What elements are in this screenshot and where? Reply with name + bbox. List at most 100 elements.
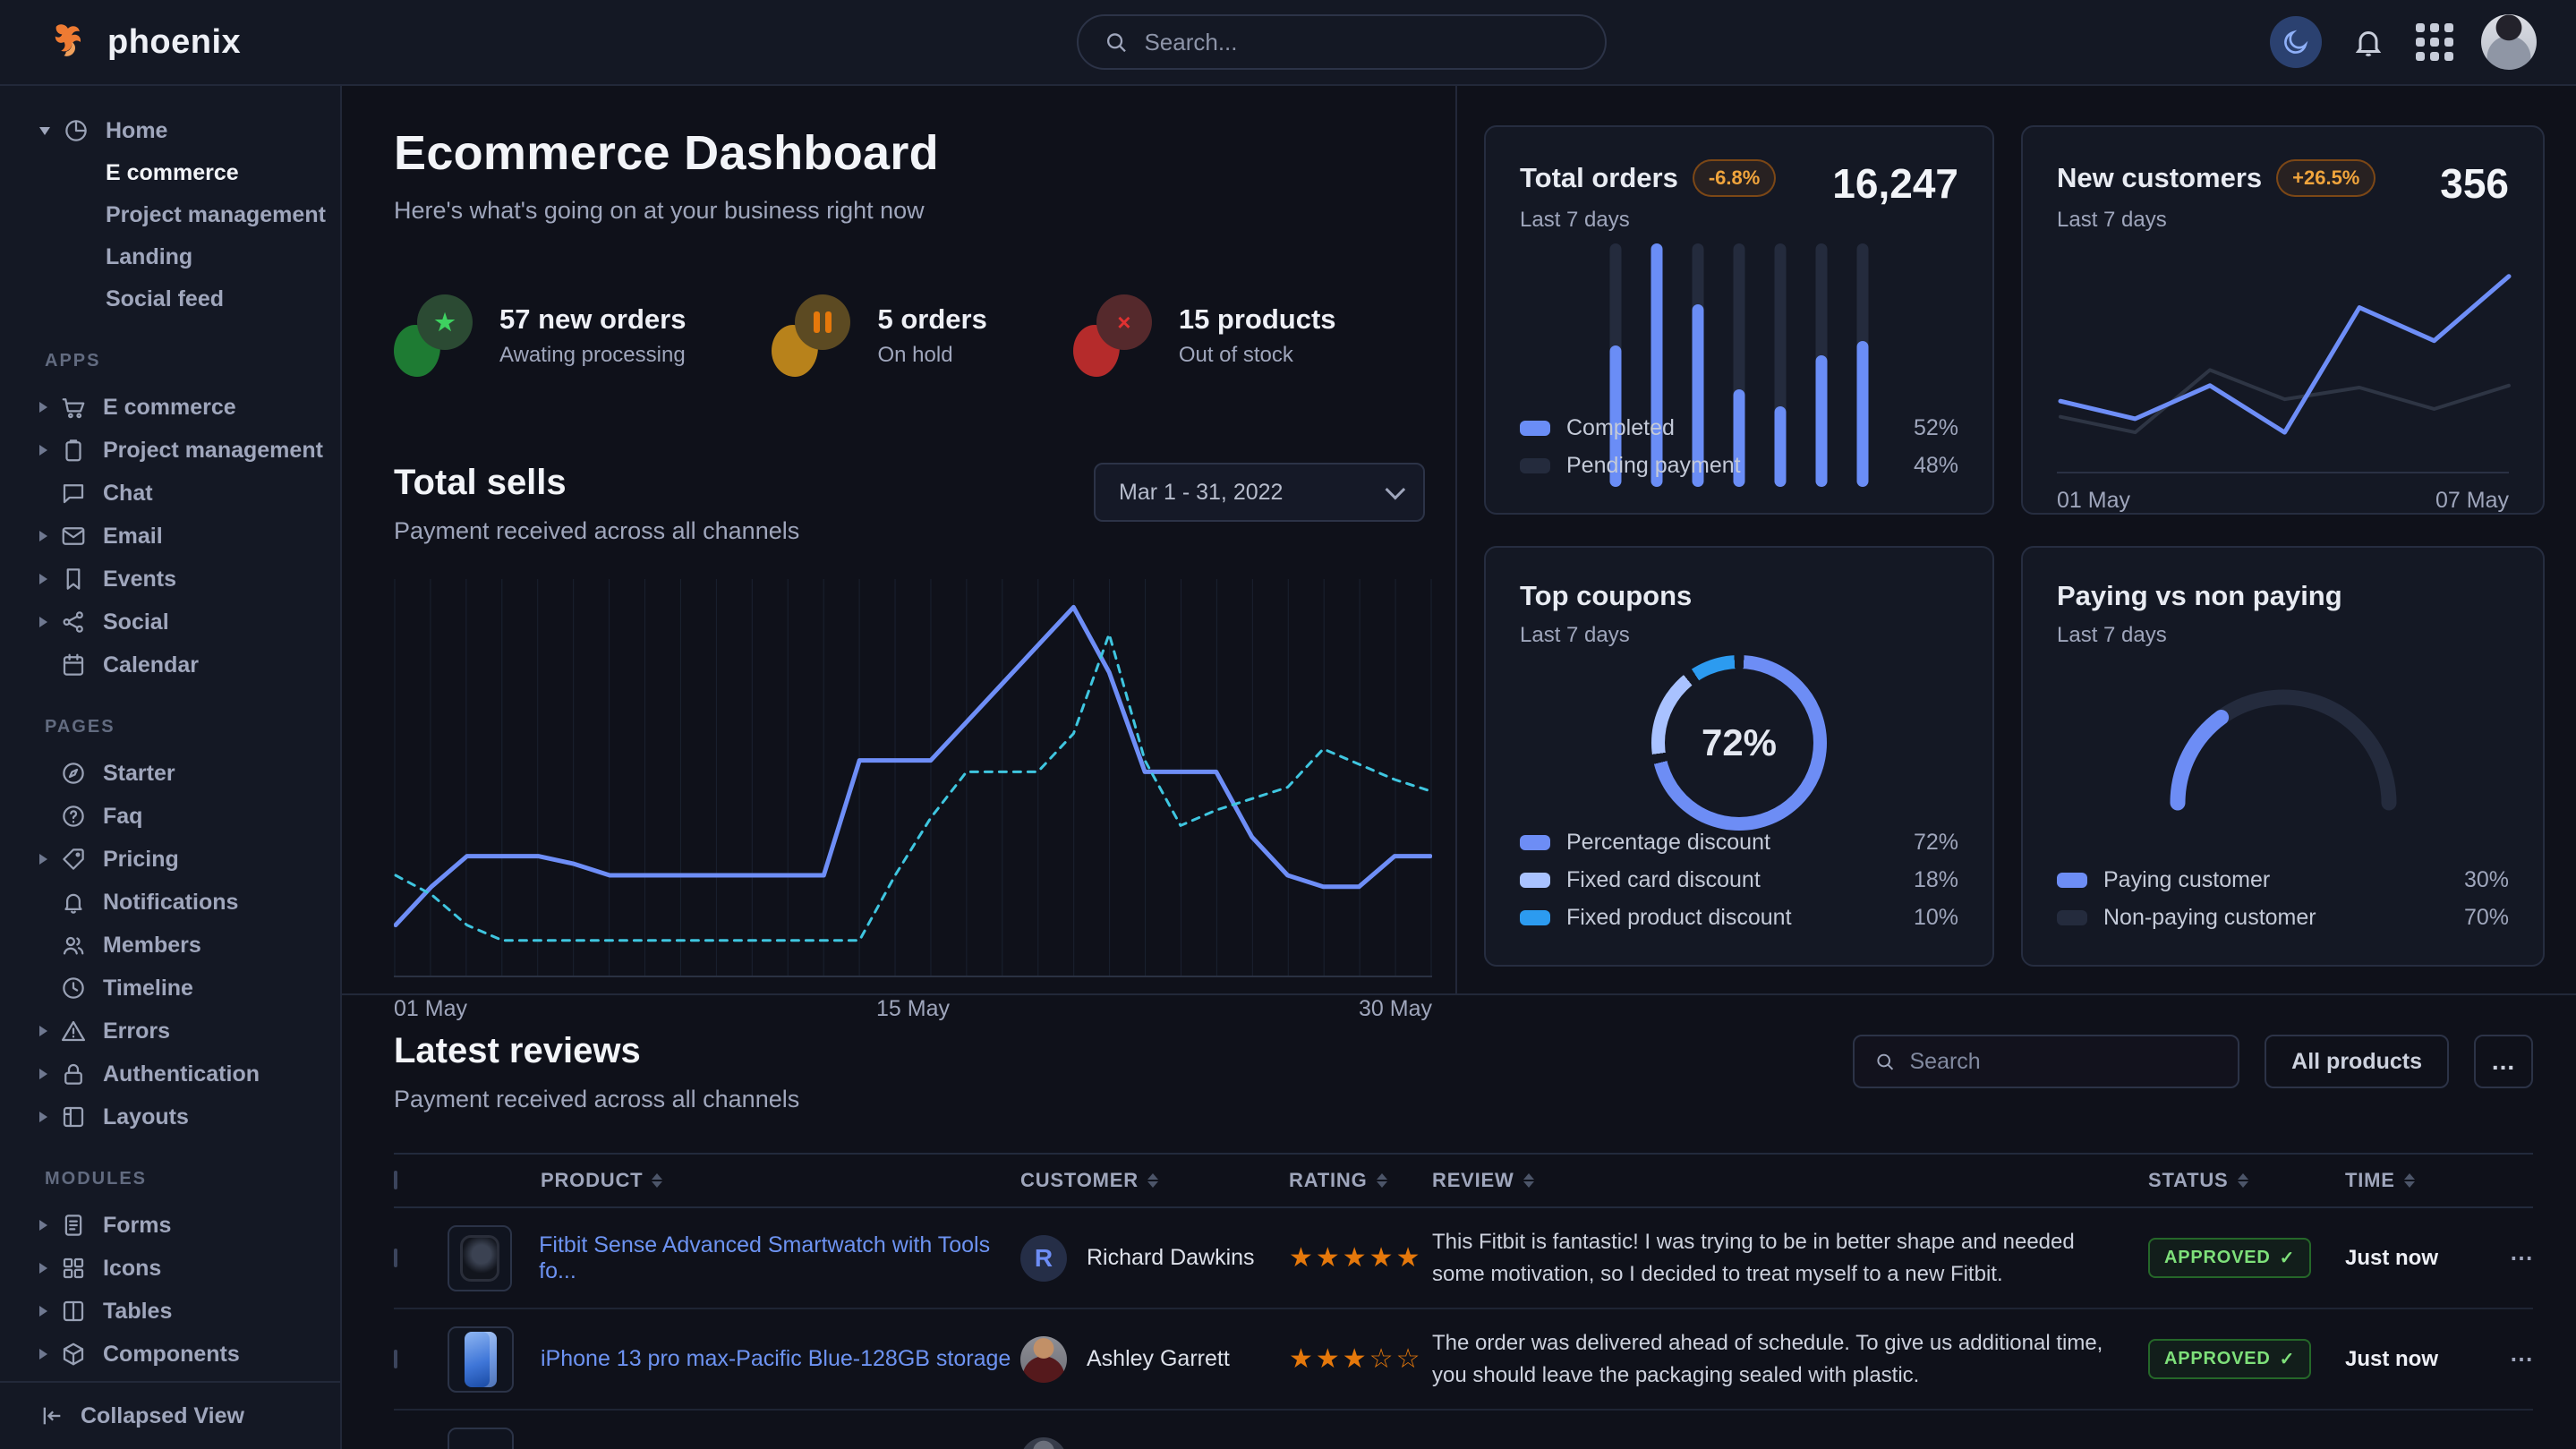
reviews-search-input[interactable] [1910, 1049, 2219, 1075]
latest-reviews-subtitle: Payment received across all channels [394, 1086, 799, 1113]
column-header-time[interactable]: TIME [2345, 1169, 2479, 1192]
sidebar-item-notifications[interactable]: Notifications [0, 881, 340, 924]
status-cell: APPROVED✓ [2148, 1339, 2345, 1379]
stat-caption: Awating processing [499, 343, 686, 368]
star-rating: ★★★★★ [1289, 1243, 1422, 1273]
new-customers-line-chart: 01 May 07 May [2057, 261, 2509, 514]
legend-item-paying-customer: Paying customer30% [2057, 861, 2509, 899]
column-header-review[interactable]: REVIEW [1432, 1169, 2148, 1192]
sidebar-subitem-landing[interactable]: Landing [0, 236, 340, 278]
profile-avatar[interactable] [2481, 14, 2537, 70]
legend-swatch [1520, 458, 1550, 473]
column-header-product[interactable]: PRODUCT [448, 1169, 1020, 1192]
paying-vs-non-card: Paying vs non paying Last 7 days Paying … [2021, 546, 2545, 967]
row-more-button[interactable]: ⋯ [2510, 1345, 2533, 1372]
phoenix-logo-icon [47, 19, 93, 65]
global-search-input[interactable] [1144, 29, 1580, 56]
sort-icon [2238, 1173, 2248, 1188]
row-more-button[interactable]: ⋯ [2510, 1244, 2533, 1271]
box-icon [60, 1341, 87, 1368]
sidebar-item-social[interactable]: Social [0, 601, 340, 644]
legend-value: 70% [2464, 905, 2509, 931]
sidebar-item-label: Social [103, 609, 169, 635]
sidebar-item-label: Faq [103, 804, 142, 830]
caret-right-icon [39, 1220, 47, 1231]
legend-label: Paying customer [2103, 867, 2270, 893]
legend-swatch [1520, 873, 1550, 888]
compass-icon [60, 760, 87, 787]
caret-right-icon [39, 1306, 47, 1317]
row-checkbox[interactable] [394, 1249, 397, 1267]
legend-swatch [2057, 873, 2087, 888]
legend-label: Fixed card discount [1566, 867, 1761, 893]
sidebar-item-authentication[interactable]: Authentication [0, 1053, 340, 1095]
theme-toggle-button[interactable] [2270, 16, 2322, 68]
grid-dots-icon [2416, 23, 2453, 61]
reviews-table-header: PRODUCTCUSTOMERRATINGREVIEWSTATUSTIME [394, 1153, 2533, 1208]
customer-cell: Ashley Garrett [1020, 1336, 1289, 1383]
bookmark-icon [60, 566, 87, 592]
close-icon: × [1117, 309, 1130, 337]
sidebar-item-e-commerce[interactable]: E commerce [0, 386, 340, 429]
sidebar-item-home[interactable]: Home [0, 109, 340, 152]
page-title: Ecommerce Dashboard [394, 125, 1425, 181]
sidebar-item-label: Project management [103, 438, 323, 464]
sidebar-item-components[interactable]: Components [0, 1333, 340, 1376]
date-range-select[interactable]: Mar 1 - 31, 2022 [1094, 463, 1425, 522]
time-cell: Just now [2345, 1246, 2479, 1271]
product-link[interactable]: Fitbit Sense Advanced Smartwatch with To… [539, 1232, 1020, 1284]
column-header-rating[interactable]: RATING [1289, 1169, 1432, 1192]
status-badge: APPROVED✓ [2148, 1238, 2311, 1278]
total-orders-period: Last 7 days [1520, 208, 1776, 233]
brand[interactable]: phoenix [47, 19, 241, 65]
total-orders-badge: -6.8% [1693, 159, 1776, 197]
sidebar-item-pricing[interactable]: Pricing [0, 838, 340, 881]
smartwatch-image [460, 1235, 499, 1282]
time-text: Just now [2345, 1347, 2438, 1371]
sidebar-item-layouts[interactable]: Layouts [0, 1095, 340, 1138]
sidebar-item-errors[interactable]: Errors [0, 1010, 340, 1053]
sidebar-subitem-project-management[interactable]: Project management [0, 194, 340, 236]
reviews-search[interactable] [1853, 1035, 2239, 1088]
sidebar-subitem-social-feed[interactable]: Social feed [0, 278, 340, 320]
sidebar-item-tables[interactable]: Tables [0, 1290, 340, 1333]
columns-icon [60, 1298, 87, 1325]
notifications-button[interactable] [2349, 22, 2388, 62]
row-checkbox[interactable] [394, 1350, 397, 1368]
total-orders-value: 16,247 [1832, 159, 1958, 208]
legend-swatch [2057, 910, 2087, 925]
sidebar-item-label: Events [103, 567, 176, 592]
product-link[interactable]: iPhone 13 pro max-Pacific Blue-128GB sto… [541, 1346, 1011, 1372]
global-search[interactable] [1077, 14, 1607, 70]
sidebar-item-forms[interactable]: Forms [0, 1204, 340, 1247]
status-text: APPROVED [2164, 1349, 2271, 1369]
column-header-status[interactable]: STATUS [2148, 1169, 2345, 1192]
sidebar-item-label: Errors [103, 1019, 170, 1044]
dashboard-left-column: Ecommerce Dashboard Here's what's going … [342, 86, 1457, 993]
file-text-icon [60, 1212, 87, 1239]
sidebar-item-chat[interactable]: Chat [0, 472, 340, 515]
reviews-more-button[interactable]: ... [2474, 1035, 2533, 1088]
chat-icon [60, 480, 87, 507]
legend-item-fixed-card-discount: Fixed card discount18% [1520, 861, 1958, 899]
sidebar-item-timeline[interactable]: Timeline [0, 967, 340, 1010]
header-checkbox-cell [394, 1172, 448, 1189]
sidebar-item-starter[interactable]: Starter [0, 752, 340, 795]
apps-grid-button[interactable] [2415, 22, 2454, 62]
sort-icon [652, 1173, 662, 1188]
all-products-button[interactable]: All products [2265, 1035, 2449, 1088]
sidebar-subitem-e-commerce[interactable]: E commerce [0, 152, 340, 194]
sidebar-item-project-management[interactable]: Project management [0, 429, 340, 472]
select-all-checkbox[interactable] [394, 1171, 397, 1189]
collapsed-view-toggle[interactable]: Collapsed View [0, 1381, 340, 1449]
sidebar-item-email[interactable]: Email [0, 515, 340, 558]
sidebar-item-members[interactable]: Members [0, 924, 340, 967]
sidebar-item-faq[interactable]: Faq [0, 795, 340, 838]
sidebar-item-label: Starter [103, 761, 175, 787]
stat-caption: Out of stock [1179, 343, 1336, 368]
total-orders-card: Total orders -6.8% Last 7 days 16,247 Co… [1484, 125, 1994, 515]
sidebar-item-icons[interactable]: Icons [0, 1247, 340, 1290]
column-header-customer[interactable]: CUSTOMER [1020, 1169, 1289, 1192]
sidebar-item-events[interactable]: Events [0, 558, 340, 601]
sidebar-item-calendar[interactable]: Calendar [0, 644, 340, 686]
